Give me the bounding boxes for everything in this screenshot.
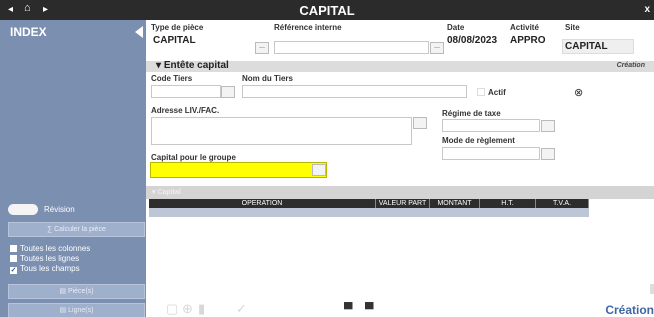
print-preview-icon[interactable]: ▀ (365, 302, 374, 316)
actif-label: Actif (488, 88, 506, 97)
entete-title: ▾ Entête capital (156, 60, 229, 71)
adresse-label: Adresse LIV./FAC. (151, 106, 220, 115)
adresse-lookup-button[interactable] (413, 117, 427, 129)
calculate-piece-label: Calculer la pièce (54, 226, 106, 233)
lignes-icon: ▤ (59, 307, 69, 314)
regime-dropdown-button[interactable] (541, 120, 555, 132)
pieces-label: Pièce(s) (67, 288, 94, 295)
column-header-ht[interactable]: H.T. (480, 199, 536, 208)
checkbox-box[interactable] (10, 255, 17, 262)
type-piece-value: CAPITAL (153, 35, 196, 46)
checkbox-box[interactable] (10, 245, 17, 252)
checkbox-label: Toutes les lignes (20, 254, 80, 263)
entete-mode: Création (616, 62, 645, 69)
reference-lookup-button[interactable]: ... (430, 42, 444, 54)
date-label: Date (447, 23, 465, 32)
scrollbar-bottom[interactable] (650, 284, 654, 294)
code-tiers-label: Code Tiers (151, 74, 193, 83)
checkbox-all-rows[interactable]: Toutes les lignes (10, 254, 79, 263)
date-value[interactable]: 08/08/2023 (447, 35, 497, 46)
calculate-piece-button[interactable]: ∑ Calculer la pièce (8, 222, 145, 237)
code-tiers-lookup-button[interactable] (221, 86, 235, 98)
pieces-button[interactable]: ▤ Pièce(s) (8, 284, 145, 299)
activite-value[interactable]: APPRO (510, 35, 546, 46)
site-value: CAPITAL (565, 41, 608, 52)
revision-toggle[interactable] (8, 204, 38, 215)
type-piece-label: Type de pièce (151, 23, 204, 32)
checkbox-all-columns[interactable]: Toutes les colonnes (10, 244, 90, 253)
site-label: Site (565, 23, 580, 32)
print-icon[interactable]: ▀ (344, 302, 353, 316)
capital-groupe-label: Capital pour le groupe (151, 153, 236, 162)
footer-mode-label: Création (605, 303, 654, 317)
scrollbar[interactable] (650, 62, 654, 72)
sidebar-title: INDEX (10, 25, 47, 39)
type-piece-lookup-button[interactable]: ... (255, 42, 269, 54)
column-header-montant[interactable]: MONTANT (430, 199, 480, 208)
mode-reglement-label: Mode de règlement (442, 136, 515, 145)
capital-section-label: ▾ Capital (152, 189, 181, 196)
window-title: CAPITAL (299, 3, 355, 18)
checkbox-all-fields[interactable]: ✓ Tous les champs (10, 264, 80, 274)
table-row[interactable] (149, 208, 589, 217)
sidebar: INDEX Révision ∑ Calculer la pièce Toute… (0, 20, 146, 317)
checkbox-label: Toutes les colonnes (20, 244, 91, 253)
add-icon[interactable]: ⊕ (182, 301, 193, 317)
regime-select[interactable] (442, 119, 540, 132)
collapse-sidebar-icon[interactable] (135, 26, 143, 38)
trash-icon[interactable]: ▮ (198, 301, 205, 317)
checkbox-label: Tous les champs (20, 264, 80, 273)
actif-checkbox[interactable] (477, 88, 485, 96)
mode-reglement-dropdown-button[interactable] (541, 148, 555, 160)
lignes-label: Ligne(s) (68, 307, 94, 314)
capital-groupe-lookup-button[interactable] (312, 164, 326, 176)
checkbox-box-checked[interactable]: ✓ (10, 267, 17, 274)
lignes-button[interactable]: ▤ Ligne(s) (8, 303, 145, 317)
nom-tiers-label: Nom du Tiers (242, 74, 293, 83)
nom-tiers-input[interactable] (242, 85, 467, 98)
title-bar: ◂ ⌂ ▸ CAPITAL x (0, 0, 654, 20)
capital-section-text: Capital (157, 189, 181, 196)
capital-groupe-input[interactable] (150, 162, 327, 178)
adresse-input[interactable] (151, 117, 412, 145)
validate-icon[interactable]: ✓ (236, 301, 247, 317)
check-circle-icon: ⊗ (574, 87, 584, 99)
close-icon[interactable]: x (644, 4, 650, 15)
mode-reglement-select[interactable] (442, 147, 540, 160)
column-header-operation[interactable]: OPERATION (149, 199, 376, 208)
capital-section-bar[interactable]: ▾ Capital (146, 186, 654, 199)
column-header-tva[interactable]: T.V.A. (536, 199, 589, 208)
reference-label: Référence interne (274, 23, 342, 32)
revision-label: Révision (44, 205, 75, 214)
entete-section-bar[interactable]: ▾ Entête capital Création (146, 60, 654, 72)
regime-label: Régime de taxe (442, 109, 501, 118)
reference-input[interactable] (274, 41, 429, 54)
entete-title-text: Entête capital (163, 60, 229, 71)
pieces-icon: ▤ (59, 288, 68, 295)
column-header-valeur-part[interactable]: VALEUR PART (376, 199, 430, 208)
code-tiers-input[interactable] (151, 85, 221, 98)
activite-label: Activité (510, 23, 539, 32)
new-document-icon[interactable]: ▢ (166, 301, 178, 317)
